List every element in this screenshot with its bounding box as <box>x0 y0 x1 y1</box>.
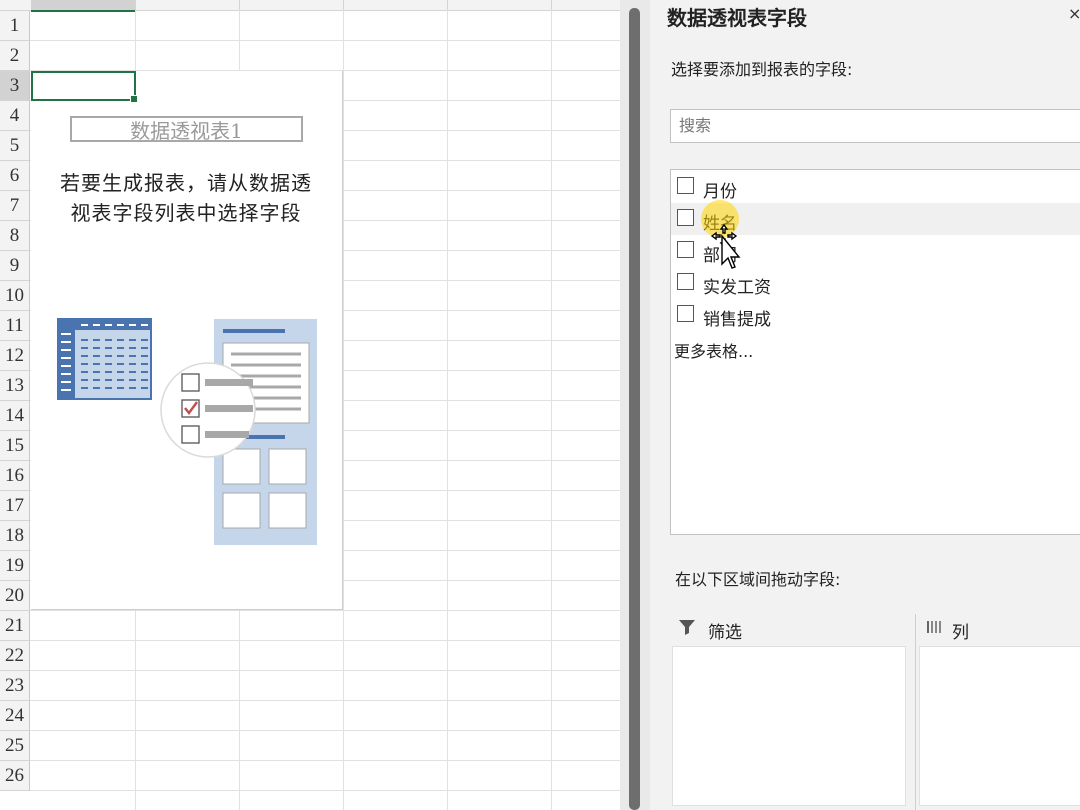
grid-line <box>30 760 620 761</box>
field-label: 月份 <box>703 182 737 202</box>
column-header-f[interactable]: F <box>552 0 620 10</box>
column-header-d[interactable]: D <box>344 0 448 10</box>
field-checkbox[interactable] <box>677 209 694 226</box>
row-header-19[interactable]: 19 <box>0 551 30 581</box>
grid-line <box>30 610 620 611</box>
field-item-sales-commission[interactable]: 销售提成 <box>671 299 1080 331</box>
row-header-10[interactable]: 10 <box>0 281 30 311</box>
row-header-9[interactable]: 9 <box>0 251 30 281</box>
field-checkbox[interactable] <box>677 273 694 290</box>
field-checkbox[interactable] <box>677 305 694 322</box>
pane-splitter[interactable] <box>620 0 650 810</box>
pivot-instruction-text: 若要生成报表，请从数据透 视表字段列表中选择字段 <box>36 168 336 228</box>
close-icon[interactable]: × <box>1068 4 1080 23</box>
pivot-instruction-line-1: 若要生成报表，请从数据透 <box>60 171 312 195</box>
filter-icon <box>679 620 695 635</box>
row-header-21[interactable]: 21 <box>0 611 30 641</box>
row-header-13[interactable]: 13 <box>0 371 30 401</box>
row-header-4[interactable]: 4 <box>0 101 30 131</box>
pivot-instruction-line-2: 视表字段列表中选择字段 <box>70 201 302 225</box>
table-icon <box>57 318 152 400</box>
grid-line <box>30 40 620 41</box>
column-header-b[interactable]: B <box>136 0 240 10</box>
pivot-table-name: 数据透视表1 <box>70 116 303 143</box>
row-header-18[interactable]: 18 <box>0 521 30 551</box>
column-header-e[interactable]: E <box>448 0 552 10</box>
move-cursor-icon <box>710 224 741 269</box>
field-checkbox[interactable] <box>677 241 694 258</box>
column-header-row: A B C D E F <box>0 0 620 12</box>
row-header-12[interactable]: 12 <box>0 341 30 371</box>
pane-subtitle: 选择要添加到报表的字段: <box>671 60 853 79</box>
columns-area[interactable]: 列 <box>917 614 1080 810</box>
filters-area-label: 筛选 <box>708 623 742 643</box>
row-header-25[interactable]: 25 <box>0 731 30 761</box>
fill-handle[interactable] <box>130 95 138 103</box>
row-header-1[interactable]: 1 <box>0 11 30 41</box>
filters-drop-zone[interactable] <box>672 646 906 806</box>
row-header-20[interactable]: 20 <box>0 581 30 611</box>
columns-area-label: 列 <box>952 623 969 643</box>
row-header-6[interactable]: 6 <box>0 161 30 191</box>
spreadsheet-grid[interactable]: A B C D E F 1 <box>0 0 620 810</box>
row-header-8[interactable]: 8 <box>0 221 30 251</box>
row-header-3[interactable]: 3 <box>0 71 30 101</box>
field-label: 实发工资 <box>703 278 771 298</box>
row-header-23[interactable]: 23 <box>0 671 30 701</box>
row-header-11[interactable]: 11 <box>0 311 30 341</box>
field-label: 销售提成 <box>703 310 771 330</box>
active-cell-a3[interactable] <box>31 71 138 103</box>
grid-line <box>30 700 620 701</box>
row-header-26[interactable]: 26 <box>0 761 30 791</box>
row-header-24[interactable]: 24 <box>0 701 30 731</box>
search-input[interactable]: 搜索 <box>670 109 1080 143</box>
row-header-14[interactable]: 14 <box>0 401 30 431</box>
grid-line <box>30 640 620 641</box>
row-header-2[interactable]: 2 <box>0 41 30 71</box>
pivot-illustration <box>57 318 317 545</box>
vertical-scrollbar[interactable] <box>629 8 640 810</box>
row-header-17[interactable]: 17 <box>0 491 30 521</box>
column-header-c[interactable]: C <box>240 0 344 10</box>
grid-line <box>30 790 620 791</box>
columns-drop-zone[interactable] <box>919 646 1080 806</box>
checkbox-magnifier-icon <box>160 362 256 458</box>
row-header-5[interactable]: 5 <box>0 131 30 161</box>
pane-title: 数据透视表字段 <box>667 6 807 30</box>
drag-areas-hint: 在以下区域间拖动字段: <box>675 570 841 589</box>
row-header-15[interactable]: 15 <box>0 431 30 461</box>
columns-icon <box>927 621 941 633</box>
field-checkbox[interactable] <box>677 177 694 194</box>
filters-area[interactable]: 筛选 <box>670 614 910 810</box>
area-divider <box>915 614 916 810</box>
field-item-month[interactable]: 月份 <box>671 171 1080 203</box>
more-tables-link[interactable]: 更多表格... <box>674 338 753 362</box>
grid-line <box>30 730 620 731</box>
column-header-a[interactable]: A <box>31 0 136 12</box>
grid-line <box>30 670 620 671</box>
row-header-22[interactable]: 22 <box>0 641 30 671</box>
row-header-7[interactable]: 7 <box>0 191 30 221</box>
row-header-16[interactable]: 16 <box>0 461 30 491</box>
pivot-field-list-pane: 数据透视表字段 × 选择要添加到报表的字段: 搜索 月份 姓名 部门 实发工资 … <box>650 0 1080 810</box>
